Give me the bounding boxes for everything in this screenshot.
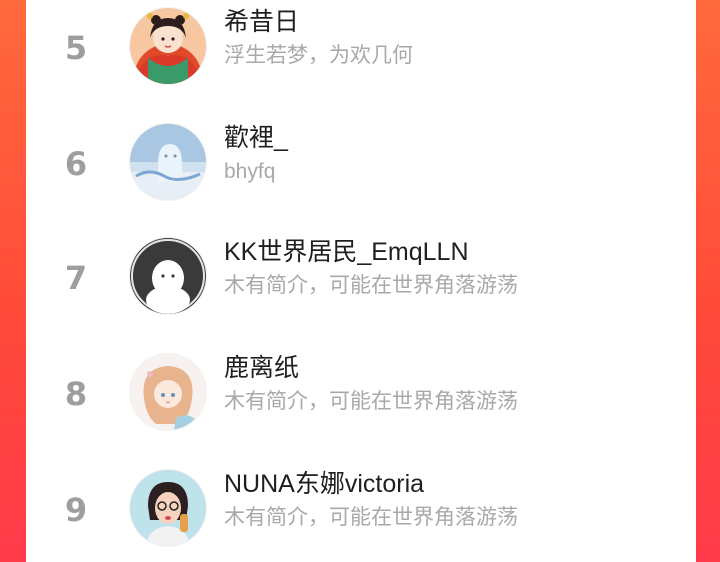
ranking-list-card: 5 希昔日 浮生若梦，为欢几何 6 歡裡_ bhyfq 7 KK世界居民_Emq… <box>26 0 696 562</box>
rank-number: 9 <box>64 491 88 529</box>
blue-sky-photo-avatar-icon <box>130 124 206 200</box>
user-name[interactable]: 希昔日 <box>224 4 299 40</box>
rank-number: 6 <box>64 145 88 183</box>
user-avatar[interactable] <box>130 354 206 430</box>
user-avatar[interactable] <box>130 238 206 314</box>
user-bio: 木有简介，可能在世界角落游荡 <box>224 390 518 413</box>
selfie-woman-avatar-icon <box>130 470 206 546</box>
ranking-row[interactable]: 5 希昔日 浮生若梦，为欢几何 <box>26 0 696 96</box>
ranking-row[interactable]: 7 KK世界居民_EmqLLN 木有简介，可能在世界角落游荡 <box>26 230 696 326</box>
user-bio: 浮生若梦，为欢几何 <box>224 44 413 67</box>
user-name[interactable]: 鹿离纸 <box>224 350 299 386</box>
ranking-row[interactable]: 9 NUNA东娜victoria 木有简介，可能在世界角落游荡 <box>26 462 696 558</box>
rank-number: 8 <box>64 375 88 413</box>
user-avatar[interactable] <box>130 8 206 84</box>
user-name[interactable]: NUNA东娜victoria <box>224 466 424 502</box>
rank-number: 7 <box>64 259 88 297</box>
user-bio: bhyfq <box>224 160 276 183</box>
rank-number: 5 <box>64 29 88 67</box>
ranking-row[interactable]: 8 鹿离纸 木有简介，可能在世界角落游荡 <box>26 346 696 442</box>
ranking-row[interactable]: 6 歡裡_ bhyfq <box>26 116 696 212</box>
user-bio: 木有简介，可能在世界角落游荡 <box>224 274 518 297</box>
user-name[interactable]: 歡裡_ <box>224 120 288 156</box>
anime-girl-avatar-icon <box>130 354 206 430</box>
user-bio: 木有简介，可能在世界角落游荡 <box>224 506 518 529</box>
costume-girl-avatar-icon <box>130 8 206 84</box>
user-avatar[interactable] <box>130 470 206 546</box>
default-user-avatar-icon <box>130 238 206 314</box>
user-name[interactable]: KK世界居民_EmqLLN <box>224 234 469 270</box>
user-avatar[interactable] <box>130 124 206 200</box>
